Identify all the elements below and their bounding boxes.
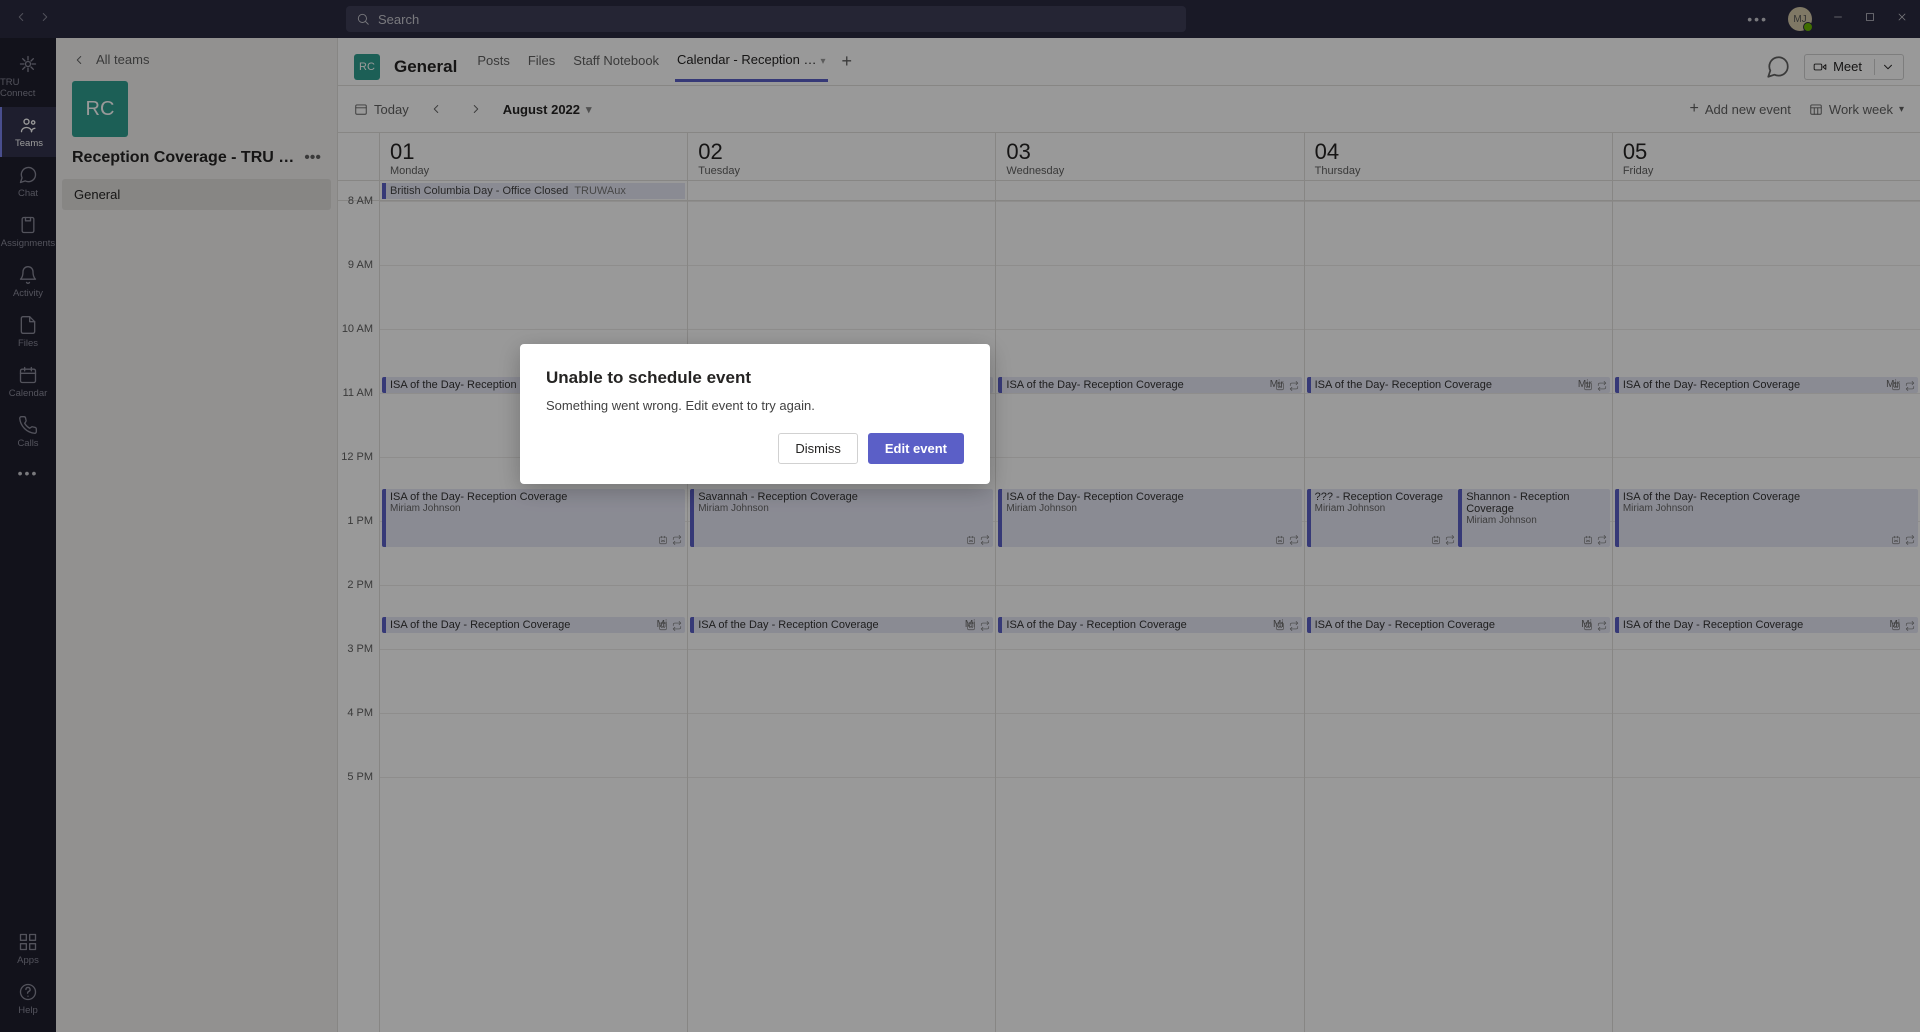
modal-title: Unable to schedule event — [546, 368, 964, 388]
edit-event-button[interactable]: Edit event — [868, 433, 964, 464]
error-modal: Unable to schedule event Something went … — [520, 344, 990, 484]
modal-body: Something went wrong. Edit event to try … — [546, 398, 964, 413]
dismiss-button[interactable]: Dismiss — [778, 433, 858, 464]
modal-scrim[interactable] — [0, 0, 1920, 1032]
